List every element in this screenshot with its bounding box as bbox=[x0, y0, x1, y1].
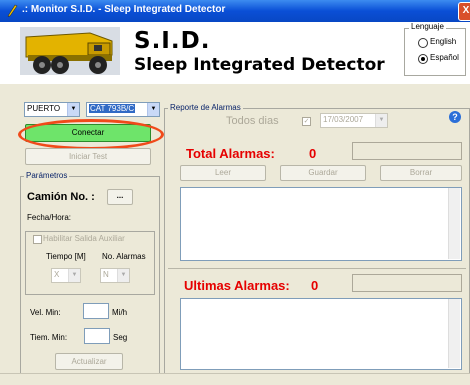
total-alarms-value: 0 bbox=[309, 146, 317, 161]
save-button[interactable]: Guardar bbox=[280, 165, 366, 181]
tiem-min-input[interactable] bbox=[84, 328, 110, 344]
device-value: CAT 793B/C bbox=[89, 104, 136, 113]
date-picker[interactable]: 17/03/2007 ▼ bbox=[320, 113, 388, 128]
window-title: .: Monitor S.I.D. - Sleep Integrated Det… bbox=[22, 4, 226, 15]
help-icon[interactable]: ? bbox=[449, 111, 461, 123]
divider bbox=[168, 268, 466, 269]
last-alarms-scrollbar[interactable] bbox=[448, 299, 460, 368]
close-button[interactable]: X bbox=[458, 2, 470, 21]
total-alarms-display bbox=[352, 142, 462, 160]
time-value: X bbox=[54, 270, 60, 279]
total-alarms-label: Total Alarmas: bbox=[186, 146, 275, 161]
truck-select-button[interactable]: ... bbox=[107, 189, 133, 205]
update-button[interactable]: Actualizar bbox=[55, 353, 123, 370]
start-test-button[interactable]: Iniciar Test bbox=[25, 148, 151, 165]
status-bar bbox=[0, 373, 470, 385]
radio-english-label: English bbox=[430, 37, 457, 46]
radio-espanol-label: Español bbox=[430, 53, 459, 62]
app-title: S.I.D. bbox=[134, 28, 211, 54]
radio-english[interactable] bbox=[418, 38, 428, 48]
vel-unit-label: Mi/h bbox=[112, 308, 128, 317]
total-alarms-scrollbar[interactable] bbox=[448, 188, 460, 259]
read-button[interactable]: Leer bbox=[180, 165, 266, 181]
app-icon bbox=[7, 4, 18, 17]
truck-label: Camión No. : bbox=[27, 191, 95, 203]
alarms-count-value: N bbox=[103, 270, 109, 279]
mining-truck-image bbox=[20, 27, 120, 75]
last-alarms-display bbox=[352, 274, 462, 292]
chevron-down-icon[interactable]: ▼ bbox=[375, 114, 387, 127]
last-alarms-list[interactable] bbox=[180, 298, 462, 370]
alarms-count-label: No. Alarmas bbox=[102, 252, 146, 261]
vel-min-label: Vel. Min: bbox=[30, 308, 61, 317]
delete-button[interactable]: Borrar bbox=[380, 165, 462, 181]
tiem-unit-label: Seg bbox=[113, 333, 128, 342]
last-alarms-value: 0 bbox=[311, 278, 319, 293]
chevron-down-icon[interactable]: ▼ bbox=[67, 103, 79, 116]
total-alarms-list[interactable] bbox=[180, 187, 462, 261]
device-select[interactable]: CAT 793B/C ▼ bbox=[86, 102, 160, 117]
time-select[interactable]: X ▼ bbox=[51, 268, 81, 283]
port-value: PUERTO bbox=[27, 104, 61, 113]
all-days-label: Todos dias bbox=[226, 115, 279, 127]
aux-output-label: Habilitar Salida Auxiliar bbox=[43, 234, 125, 243]
all-days-checkbox[interactable]: ✓ bbox=[302, 117, 311, 126]
datetime-label: Fecha/Hora: bbox=[27, 213, 72, 222]
alarms-count-select[interactable]: N ▼ bbox=[100, 268, 130, 283]
time-label: Tiempo [M] bbox=[46, 252, 86, 261]
highlight-oval bbox=[18, 119, 164, 150]
app-subtitle: Sleep Integrated Detector bbox=[134, 55, 385, 75]
radio-espanol[interactable] bbox=[418, 54, 428, 64]
chevron-down-icon[interactable]: ▼ bbox=[117, 269, 129, 282]
parameters-legend: Parámetros bbox=[24, 171, 70, 180]
report-legend: Reporte de Alarmas bbox=[168, 103, 243, 112]
chevron-down-icon[interactable]: ▼ bbox=[147, 103, 159, 116]
last-alarms-label: Ultimas Alarmas: bbox=[184, 278, 290, 293]
chevron-down-icon[interactable]: ▼ bbox=[68, 269, 80, 282]
port-select[interactable]: PUERTO ▼ bbox=[24, 102, 80, 117]
tiem-min-label: Tiem. Min: bbox=[30, 333, 68, 342]
language-group bbox=[404, 28, 466, 76]
vel-min-input[interactable] bbox=[83, 303, 109, 319]
aux-output-checkbox[interactable] bbox=[33, 235, 42, 244]
date-value: 17/03/2007 bbox=[323, 115, 364, 124]
language-legend: Lenguaje bbox=[409, 22, 446, 31]
